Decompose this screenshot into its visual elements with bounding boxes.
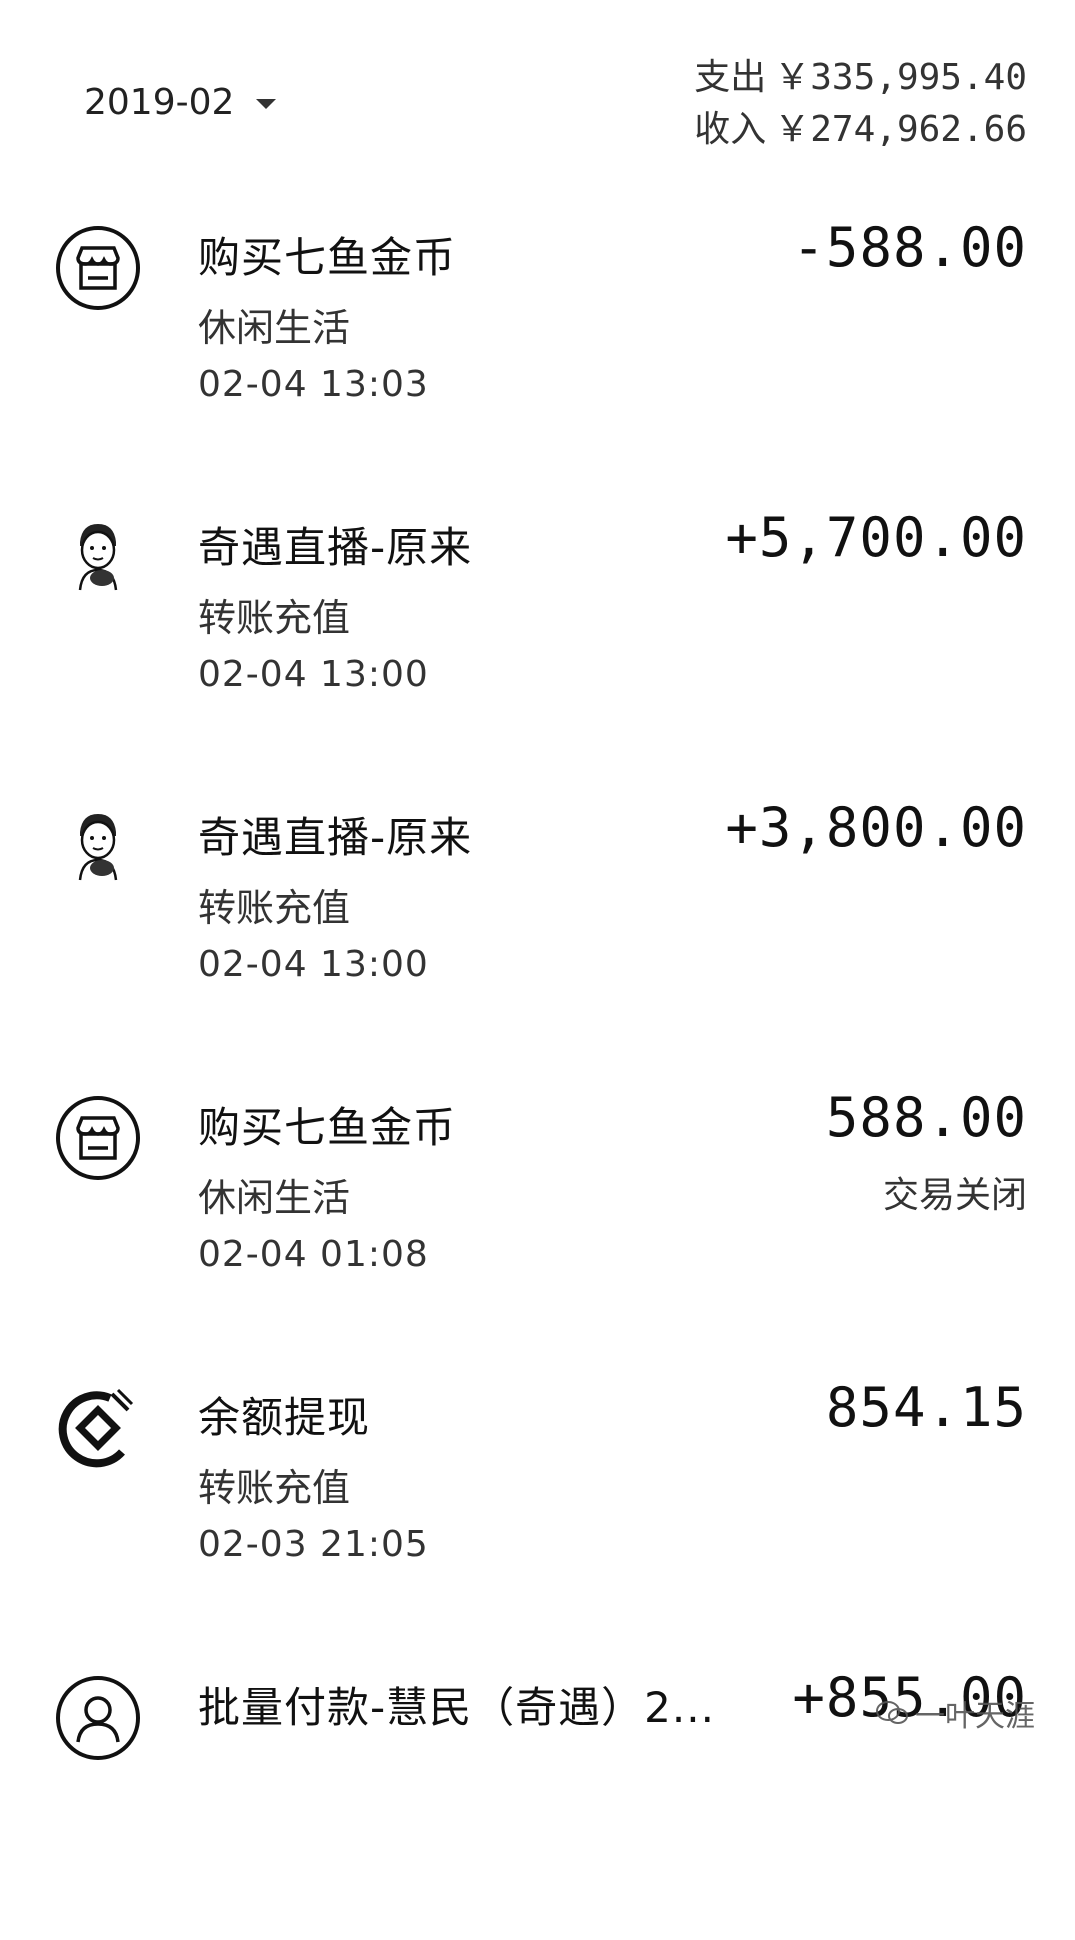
transaction-title: 购买七鱼金币 (198, 233, 457, 282)
transaction-row[interactable]: 余额提现 转账充值 02-03 21:05 854.15 (0, 1360, 1075, 1650)
header: 2019-02 支出 ￥335,995.40 收入 ￥274,962.66 (0, 0, 1075, 180)
transaction-row[interactable]: 奇遇直播-原来 转账充值 02-04 13:00 +3,800.00 (0, 780, 1075, 1070)
transaction-title: 奇遇直播-原来 (198, 813, 473, 862)
transaction-amount: -588.00 (792, 216, 1027, 279)
expense-value: ￥335,995.40 (774, 57, 1027, 98)
transaction-time: 02-04 13:03 (198, 364, 429, 405)
transaction-category: 休闲生活 (198, 306, 351, 350)
month-selector[interactable]: 2019-02 (84, 82, 277, 123)
income-value: ￥274,962.66 (774, 109, 1027, 150)
transaction-category: 休闲生活 (198, 1176, 351, 1220)
transaction-category: 转账充值 (198, 1466, 351, 1510)
transaction-list: 购买七鱼金币 休闲生活 02-04 13:03 -588.00 奇遇直播-原来 … (0, 200, 1075, 1940)
transaction-time: 02-04 01:08 (198, 1234, 429, 1275)
transaction-title: 余额提现 (198, 1393, 371, 1442)
transaction-amount: 854.15 (825, 1376, 1027, 1439)
transaction-status: 交易关闭 (882, 1175, 1027, 1216)
expense-label: 支出 (694, 57, 767, 98)
transaction-row[interactable]: 购买七鱼金币 休闲生活 02-04 13:03 -588.00 (0, 200, 1075, 490)
transaction-title: 奇遇直播-原来 (198, 523, 473, 572)
transaction-time: 02-03 21:05 (198, 1524, 429, 1565)
expense-summary: 支出 ￥335,995.40 (694, 52, 1027, 104)
watermark: 一叶天涯 (875, 1691, 1035, 1735)
caret-down-icon (256, 98, 277, 109)
income-summary: 收入 ￥274,962.66 (694, 104, 1027, 156)
transaction-amount: +5,700.00 (725, 506, 1027, 569)
avatar-cartoon-icon (52, 512, 144, 604)
transaction-category: 转账充值 (198, 886, 351, 930)
transaction-amount: +3,800.00 (725, 796, 1027, 859)
transaction-time: 02-04 13:00 (198, 654, 429, 695)
transaction-time: 02-04 13:00 (198, 944, 429, 985)
transaction-row[interactable]: 奇遇直播-原来 转账充值 02-04 13:00 +5,700.00 (0, 490, 1075, 780)
bank-icon (52, 1382, 144, 1474)
wechat-icon (876, 1701, 908, 1724)
month-label: 2019-02 (84, 82, 235, 123)
transaction-row[interactable]: 购买七鱼金币 休闲生活 02-04 01:08 588.00 交易关闭 (0, 1070, 1075, 1360)
store-icon (52, 1092, 144, 1184)
month-summary: 支出 ￥335,995.40 收入 ￥274,962.66 (694, 52, 1027, 156)
income-label: 收入 (694, 109, 767, 150)
transaction-title: 购买七鱼金币 (198, 1103, 457, 1152)
transaction-amount: 588.00 (825, 1086, 1027, 1149)
watermark-text: 一叶天涯 (915, 1699, 1035, 1734)
avatar-cartoon-icon (52, 802, 144, 894)
person-icon (52, 1672, 144, 1764)
transaction-title: 批量付款-慧民（奇遇）2... (198, 1683, 715, 1732)
store-icon (52, 222, 144, 314)
transaction-category: 转账充值 (198, 596, 351, 640)
